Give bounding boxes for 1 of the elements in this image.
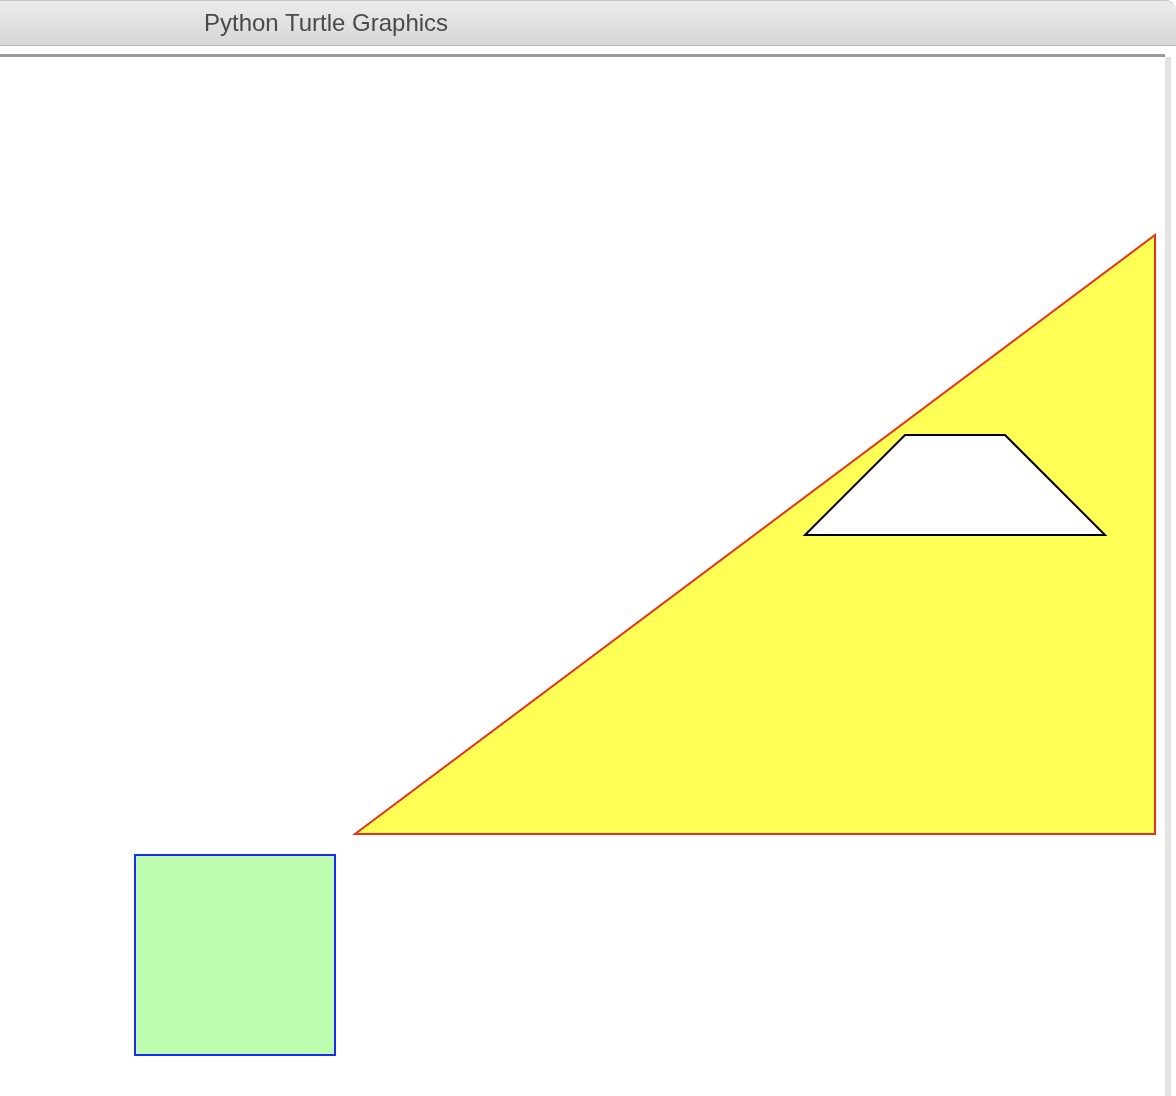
window-title: Python Turtle Graphics: [204, 8, 449, 38]
